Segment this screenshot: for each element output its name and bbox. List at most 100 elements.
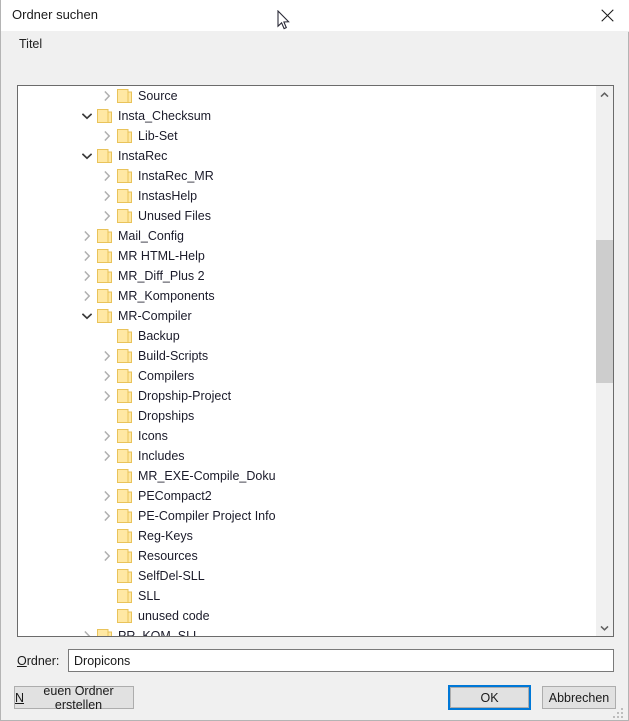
tree-row-label: Dropship-Project [138,388,231,404]
folder-icon [117,589,132,603]
tree-row[interactable]: Unused Files [18,206,596,226]
tree-row-label: Backup [138,328,180,344]
folder-icon [117,529,132,543]
tree-row[interactable]: Dropships [18,406,596,426]
scroll-down-button[interactable] [596,619,613,636]
new-folder-button-label: euen Ordner erstellen [24,684,133,712]
folder-icon [117,389,132,403]
tree-expand-chevron-right-icon[interactable] [99,486,115,506]
tree-expand-chevron-right-icon[interactable] [99,426,115,446]
tree-expand-chevron-right-icon[interactable] [99,166,115,186]
tree-row[interactable]: unused code [18,606,596,626]
tree-expand-chevron-down-icon[interactable] [79,106,95,126]
tree-expand-chevron-right-icon[interactable] [99,366,115,386]
close-button[interactable] [584,0,629,31]
tree-expand-chevron-right-icon[interactable] [99,546,115,566]
window-title: Ordner suchen [12,7,98,22]
tree-row-label: Insta_Checksum [118,108,211,124]
tree-row-label: MR_Komponents [118,288,215,304]
tree-row[interactable]: MR_Diff_Plus 2 [18,266,596,286]
tree-row[interactable]: InstasHelp [18,186,596,206]
folder-icon [97,229,112,243]
tree-row[interactable]: InstaRec [18,146,596,166]
tree-row[interactable]: PECompact2 [18,486,596,506]
folder-icon [97,109,112,123]
tree-expand-chevron-right-icon[interactable] [79,226,95,246]
folder-field-label-rest: rdner: [27,654,60,668]
tree-row[interactable]: InstaRec_MR [18,166,596,186]
folder-icon [117,429,132,443]
tree-row-label: Compilers [138,368,194,384]
title-bar: Ordner suchen [1,0,629,32]
folder-icon [117,369,132,383]
tree-row-label: Includes [138,448,185,464]
cancel-button[interactable]: Abbrechen [542,686,616,709]
tree-row[interactable]: Dropship-Project [18,386,596,406]
tree-row[interactable]: PE-Compiler Project Info [18,506,596,526]
tree-row[interactable]: Resources [18,546,596,566]
tree-row[interactable]: MR_EXE-Compile_Doku [18,466,596,486]
tree-row[interactable]: MR_Komponents [18,286,596,306]
folder-icon [117,89,132,103]
tree-expand-chevron-right-icon[interactable] [79,246,95,266]
tree-row[interactable]: MR HTML-Help [18,246,596,266]
folder-icon [117,549,132,563]
tree-row[interactable]: Source [18,86,596,106]
tree-row-label: SLL [138,588,160,604]
folder-tree-frame: Source Insta_Checksum Lib-Set InstaRec Insta… [17,85,614,637]
tree-row[interactable]: Mail_Config [18,226,596,246]
tree-row[interactable]: Lib-Set [18,126,596,146]
tree-expand-chevron-right-icon[interactable] [99,386,115,406]
tree-expand-chevron-right-icon[interactable] [99,206,115,226]
folder-icon [117,489,132,503]
folder-icon [117,209,132,223]
tree-row-label: MR_Diff_Plus 2 [118,268,205,284]
tree-expand-chevron-right-icon[interactable] [79,266,95,286]
tree-expand-chevron-right-icon[interactable] [99,506,115,526]
new-folder-button[interactable]: Neuen Ordner erstellen [14,686,134,709]
tree-row-label: SelfDel-SLL [138,568,205,584]
tree-row-label: Mail_Config [118,228,184,244]
instruction-label: Titel [19,37,42,51]
tree-expand-chevron-down-icon[interactable] [79,306,95,326]
scroll-thumb[interactable] [596,240,613,383]
tree-row[interactable]: MR-Compiler [18,306,596,326]
tree-row[interactable]: Reg-Keys [18,526,596,546]
tree-expand-chevron-right-icon[interactable] [99,186,115,206]
tree-row-label: Unused Files [138,208,211,224]
folder-icon [97,629,112,636]
tree-vertical-scrollbar[interactable] [595,86,613,636]
tree-expand-chevron-right-icon[interactable] [79,626,95,636]
tree-expand-chevron-right-icon[interactable] [99,446,115,466]
chevron-down-icon [600,625,609,631]
tree-row-label: unused code [138,608,210,624]
tree-row[interactable]: SelfDel-SLL [18,566,596,586]
tree-row[interactable]: Compilers [18,366,596,386]
tree-expand-chevron-right-icon[interactable] [99,126,115,146]
tree-expand-chevron-right-icon[interactable] [79,286,95,306]
ok-button[interactable]: OK [448,685,531,710]
tree-expand-chevron-right-icon[interactable] [99,86,115,106]
tree-row-label: PE-Compiler Project Info [138,508,276,524]
folder-name-input[interactable] [68,649,614,672]
folder-icon [117,189,132,203]
tree-row[interactable]: Icons [18,426,596,446]
folder-browser-dialog: Ordner suchen Titel Source Insta_Checksum… [0,0,629,721]
tree-row[interactable]: PR_KOM_SLL [18,626,596,636]
folder-field-label-mnemonic: O [17,654,27,668]
tree-expand-chevron-down-icon[interactable] [79,146,95,166]
folder-icon [117,469,132,483]
folder-field-label: Ordner: [17,654,59,668]
tree-row[interactable]: Includes [18,446,596,466]
folder-tree[interactable]: Source Insta_Checksum Lib-Set InstaRec Insta… [18,86,596,636]
resize-grip[interactable] [613,705,625,717]
tree-row-label: Build-Scripts [138,348,208,364]
scroll-up-button[interactable] [596,86,613,103]
folder-icon [117,449,132,463]
tree-row-label: InstaRec [118,148,167,164]
tree-expand-chevron-right-icon[interactable] [99,346,115,366]
tree-row[interactable]: Build-Scripts [18,346,596,366]
tree-row[interactable]: SLL [18,586,596,606]
tree-row[interactable]: Backup [18,326,596,346]
tree-row[interactable]: Insta_Checksum [18,106,596,126]
